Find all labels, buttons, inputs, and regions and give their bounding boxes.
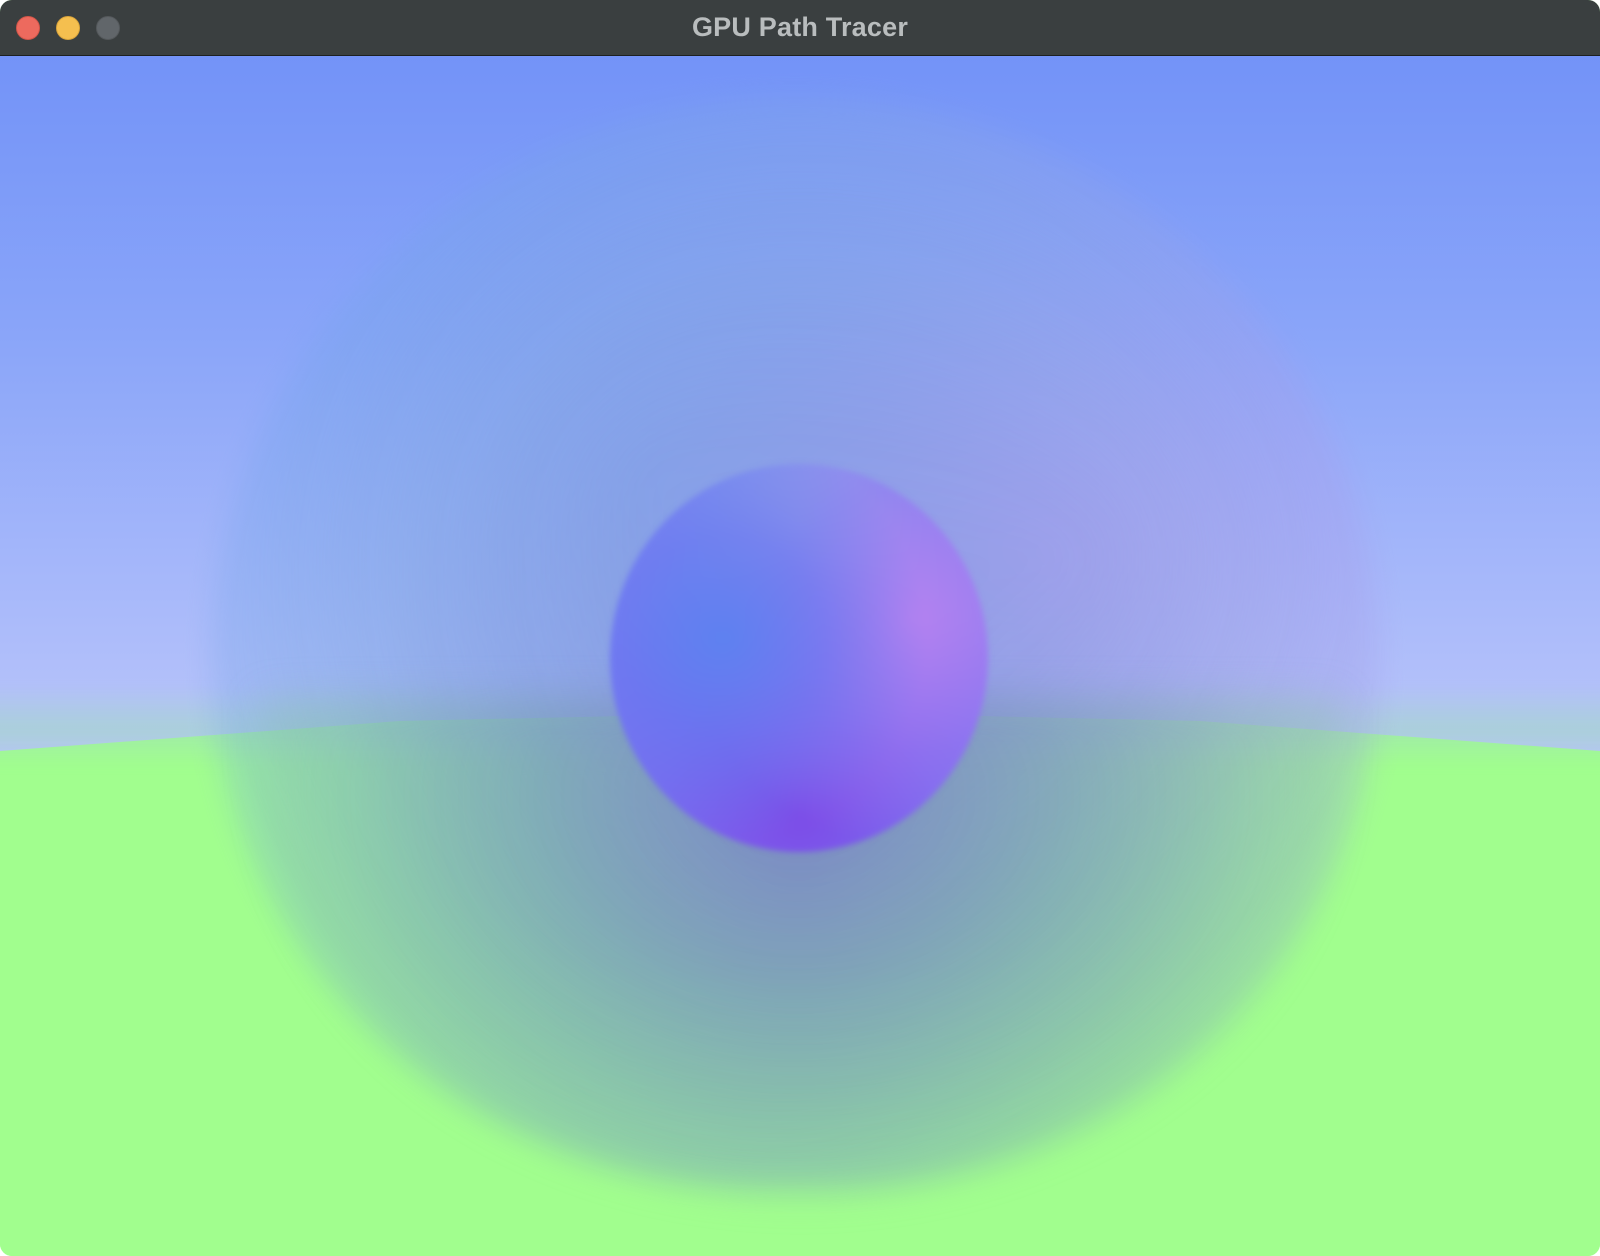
app-window: GPU Path Tracer — [0, 0, 1600, 1256]
small-sphere — [610, 464, 988, 852]
render-viewport[interactable] — [0, 56, 1600, 1256]
title-bar[interactable]: GPU Path Tracer — [0, 0, 1600, 56]
window-title: GPU Path Tracer — [691, 12, 909, 42]
